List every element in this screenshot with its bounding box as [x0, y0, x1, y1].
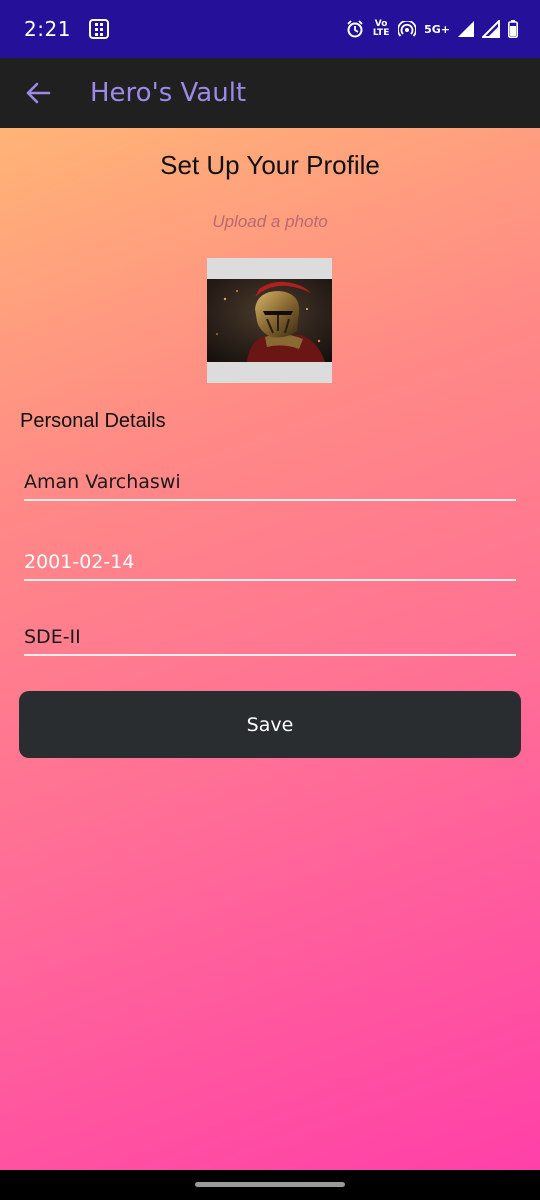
dob-value: 2001-02-14 — [24, 551, 135, 573]
upload-hint: Upload a photo — [212, 212, 328, 231]
role-field[interactable]: SDE-II — [24, 616, 516, 656]
wifi-icon — [458, 21, 474, 37]
page-title: Set Up Your Profile — [160, 150, 380, 180]
section-label-personal-details: Personal Details — [20, 410, 166, 432]
alarm-icon — [347, 20, 363, 38]
save-button[interactable]: Save — [19, 691, 521, 758]
back-button[interactable] — [8, 63, 68, 123]
profile-photo-picker[interactable] — [207, 258, 332, 383]
date-of-birth-field[interactable]: 2001-02-14 — [24, 541, 516, 581]
profile-screen: Set Up Your Profile Upload a photo Perso… — [0, 128, 540, 1170]
status-icons: Vo LTE 5G+ — [346, 20, 518, 38]
5g-signal-icon: 5G+ — [424, 22, 450, 36]
navigation-bar — [0, 1170, 540, 1200]
signal-roaming-icon — [482, 20, 500, 38]
home-gesture-handle[interactable] — [195, 1182, 345, 1187]
hotspot-icon — [398, 21, 417, 37]
status-time: 2:21 — [24, 17, 71, 41]
app-bar: Hero's Vault — [0, 58, 540, 128]
status-bar: 2:21 Vo LTE 5G+ — [0, 0, 540, 58]
name-field[interactable]: Aman Varchaswi — [24, 461, 516, 501]
notification-grid-icon — [88, 19, 109, 39]
battery-icon — [508, 20, 518, 38]
app-title: Hero's Vault — [90, 78, 247, 108]
role-value: SDE-II — [24, 626, 81, 648]
arrow-left-icon — [26, 82, 51, 104]
volte-icon: Vo LTE — [372, 19, 390, 38]
name-value: Aman Varchaswi — [24, 471, 181, 493]
profile-photo-image — [207, 279, 332, 362]
